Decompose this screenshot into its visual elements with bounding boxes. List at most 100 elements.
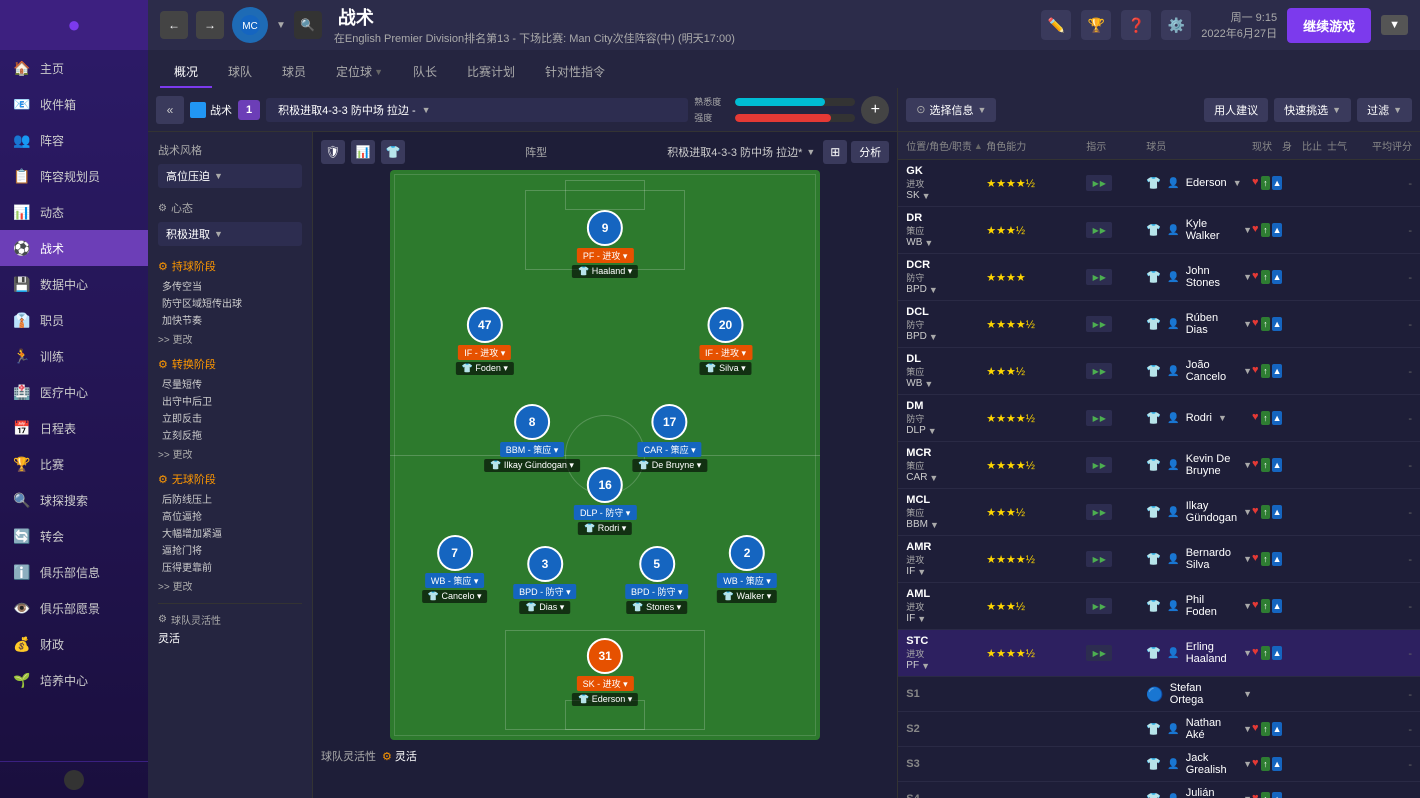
sidebar-item-squad[interactable]: 👥 阵容 [0,122,148,158]
field-shirt-btn[interactable]: 👕 [381,140,405,164]
player-foden-role[interactable]: IF - 进攻 ▾ [458,345,511,360]
sidebar-item-finance[interactable]: 💰 财政 [0,626,148,662]
sidebar-item-transfers[interactable]: 🔄 转会 [0,518,148,554]
player-dropdown[interactable]: ▼ [1243,724,1252,734]
indicator-icons[interactable]: ▶▶ [1086,269,1112,285]
nav-back-button[interactable]: ← [160,11,188,39]
selector-info-button[interactable]: ⊙ 选择信息 ▼ [906,98,996,122]
sidebar-item-medical[interactable]: 🏥 医疗中心 [0,374,148,410]
role-select[interactable]: BPD ▼ [906,331,986,342]
player-dropdown[interactable]: ▼ [1243,225,1252,235]
player-debruyne-name[interactable]: 👕 De Bruyne ▾ [632,459,707,472]
sidebar-item-club-info[interactable]: ℹ️ 俱乐部信息 [0,554,148,590]
table-row[interactable]: GK 进攻 SK ▼ ★★★★½ ▶▶ 👕👤 Ederson ▼ ♥↑▲ - [898,160,1420,207]
player-rodri[interactable]: 16 DLP - 防守 ▾ 👕 Rodri ▾ [574,467,636,535]
tab-captain[interactable]: 队长 [399,57,451,88]
player-dropdown[interactable]: ▼ [1233,178,1242,188]
player-dias[interactable]: 3 BPD - 防守 ▾ 👕 Dias ▾ [513,546,577,614]
player-dropdown[interactable]: ▼ [1243,648,1252,658]
player-dropdown[interactable]: ▼ [1243,759,1252,769]
collapse-button[interactable]: « [156,96,184,124]
table-row[interactable]: S4 👕👤 Julián Álvarez ▼ ♥↑▲ - [898,782,1420,798]
role-select[interactable]: IF ▼ [906,566,986,577]
sidebar-item-training[interactable]: 🏃 训练 [0,338,148,374]
role-select[interactable]: PF ▼ [906,660,986,671]
player-dropdown[interactable]: ▼ [1243,366,1252,376]
player-rodri-role[interactable]: DLP - 防守 ▾ [574,505,636,520]
formation-name-display[interactable]: 积极进取4-3-3 防中场 拉边 - ▼ [266,98,688,122]
sidebar-item-home[interactable]: 🏠 主页 [0,50,148,86]
analysis-button[interactable]: 分析 [851,141,889,163]
player-rodri-name[interactable]: 👕 Rodri ▾ [578,522,632,535]
mindset-value[interactable]: 积极进取 ▼ [158,222,302,246]
table-row[interactable]: S2 👕👤 Nathan Aké ▼ ♥↑▲ - [898,712,1420,747]
player-ederson-role[interactable]: SK - 进攻 ▾ [577,676,634,691]
role-select[interactable]: SK ▼ [906,190,986,201]
player-dropdown[interactable]: ▼ [1243,601,1252,611]
player-walker-role[interactable]: WB - 策应 ▾ [717,573,777,588]
player-dropdown[interactable]: ▼ [1243,507,1252,517]
team-selector[interactable]: ▼ [276,20,286,31]
player-dropdown[interactable]: ▼ [1218,413,1227,423]
tab-overview[interactable]: 概况 [160,57,212,88]
player-dropdown[interactable]: ▼ [1243,460,1252,470]
player-dropdown[interactable]: ▼ [1243,794,1252,798]
role-select[interactable]: BBM ▼ [906,519,986,530]
role-select[interactable]: WB ▼ [906,237,986,248]
tab-team[interactable]: 球队 [214,57,266,88]
player-haaland-role[interactable]: PF - 进攻 ▾ [577,248,634,263]
filter-button[interactable]: 过滤 ▼ [1357,98,1412,122]
table-row[interactable]: DL 策应 WB ▼ ★★★½ ▶▶ 👕👤 João Cancelo ▼ ♥↑▲… [898,348,1420,395]
recommend-button[interactable]: 用人建议 [1204,98,1268,122]
player-foden[interactable]: 47 IF - 进攻 ▾ 👕 Foden ▾ [456,307,514,375]
continue-dropdown[interactable]: ▼ [1381,15,1408,35]
search-button[interactable]: 🔍 [294,11,322,39]
edit-icon[interactable]: ✏️ [1041,10,1071,40]
tab-players[interactable]: 球员 [268,57,320,88]
phase-noball-more[interactable]: >> 更改 [158,578,302,593]
player-ederson-name[interactable]: 👕 Ederson ▾ [572,693,638,706]
field-tactic-btn[interactable]: 🛡 [321,140,345,164]
player-dias-name[interactable]: 👕 Dias ▾ [520,601,571,614]
sidebar-item-squad-planner[interactable]: 📋 阵容规划员 [0,158,148,194]
player-gundogan-name[interactable]: 👕 Ilkay Gündogan ▾ [484,459,580,472]
add-tactic-button[interactable]: + [861,96,889,124]
field-grid-btn[interactable]: ⊞ [823,140,847,164]
player-dropdown[interactable]: ▼ [1243,689,1252,699]
sidebar-item-schedule[interactable]: 📅 日程表 [0,410,148,446]
player-dropdown[interactable]: ▼ [1243,272,1252,282]
player-ederson[interactable]: 31 SK - 进攻 ▾ 👕 Ederson ▾ [572,638,638,706]
sidebar-item-inbox[interactable]: 📧 收件箱 [0,86,148,122]
player-silva[interactable]: 20 IF - 进攻 ▾ 👕 Silva ▾ [699,307,752,375]
sidebar-item-club-vision[interactable]: 👁️ 俱乐部愿景 [0,590,148,626]
sidebar-item-scouting[interactable]: 🔍 球探搜索 [0,482,148,518]
phase-transition-more[interactable]: >> 更改 [158,446,302,461]
indicator-icons[interactable]: ▶▶ [1086,598,1112,614]
table-row[interactable]: MCL 策应 BBM ▼ ★★★½ ▶▶ 👕👤 Ilkay Gündogan ▼… [898,489,1420,536]
sidebar-item-data-center[interactable]: 💾 数据中心 [0,266,148,302]
indicator-icons[interactable]: ▶▶ [1086,410,1112,426]
player-haaland-name[interactable]: 👕 Haaland ▾ [572,265,638,278]
player-walker[interactable]: 2 WB - 策应 ▾ 👕 Walker ▾ [717,535,777,603]
player-gundogan[interactable]: 8 BBM - 策应 ▾ 👕 Ilkay Gündogan ▾ [484,404,580,472]
quick-select-button[interactable]: 快速挑选 ▼ [1274,98,1351,122]
player-cancelo-name[interactable]: 👕 Cancelo ▾ [422,590,488,603]
player-gundogan-role[interactable]: BBM - 策应 ▾ [500,442,565,457]
role-select[interactable]: DLP ▼ [906,425,986,436]
tab-match-plan[interactable]: 比赛计划 [453,57,529,88]
player-debruyne-role[interactable]: CAR - 策应 ▾ [638,442,702,457]
player-debruyne[interactable]: 17 CAR - 策应 ▾ 👕 De Bruyne ▾ [632,404,707,472]
formation-display[interactable]: 积极进取4-3-3 防中场 拉边* ▼ [667,144,815,160]
indicator-icons[interactable]: ▶▶ [1086,316,1112,332]
table-row[interactable]: DR 策应 WB ▼ ★★★½ ▶▶ 👕👤 Kyle Walker ▼ ♥↑▲ … [898,207,1420,254]
table-row[interactable]: DM 防守 DLP ▼ ★★★★½ ▶▶ 👕👤 Rodri ▼ ♥↑▲ - [898,395,1420,442]
tab-set-pieces[interactable]: 定位球▼ [322,57,397,88]
player-cancelo[interactable]: 7 WB - 策应 ▾ 👕 Cancelo ▾ [422,535,488,603]
phase-possession-more[interactable]: >> 更改 [158,331,302,346]
table-row[interactable]: S3 👕👤 Jack Grealish ▼ ♥↑▲ - [898,747,1420,782]
player-stones-name[interactable]: 👕 Stones ▾ [626,601,687,614]
table-row[interactable]: MCR 策应 CAR ▼ ★★★★½ ▶▶ 👕👤 Kevin De Bruyne… [898,442,1420,489]
tab-instructions[interactable]: 针对性指令 [531,57,619,88]
table-row[interactable]: AML 进攻 IF ▼ ★★★½ ▶▶ 👕👤 Phil Foden ▼ ♥↑▲ … [898,583,1420,630]
player-silva-role[interactable]: IF - 进攻 ▾ [699,345,752,360]
